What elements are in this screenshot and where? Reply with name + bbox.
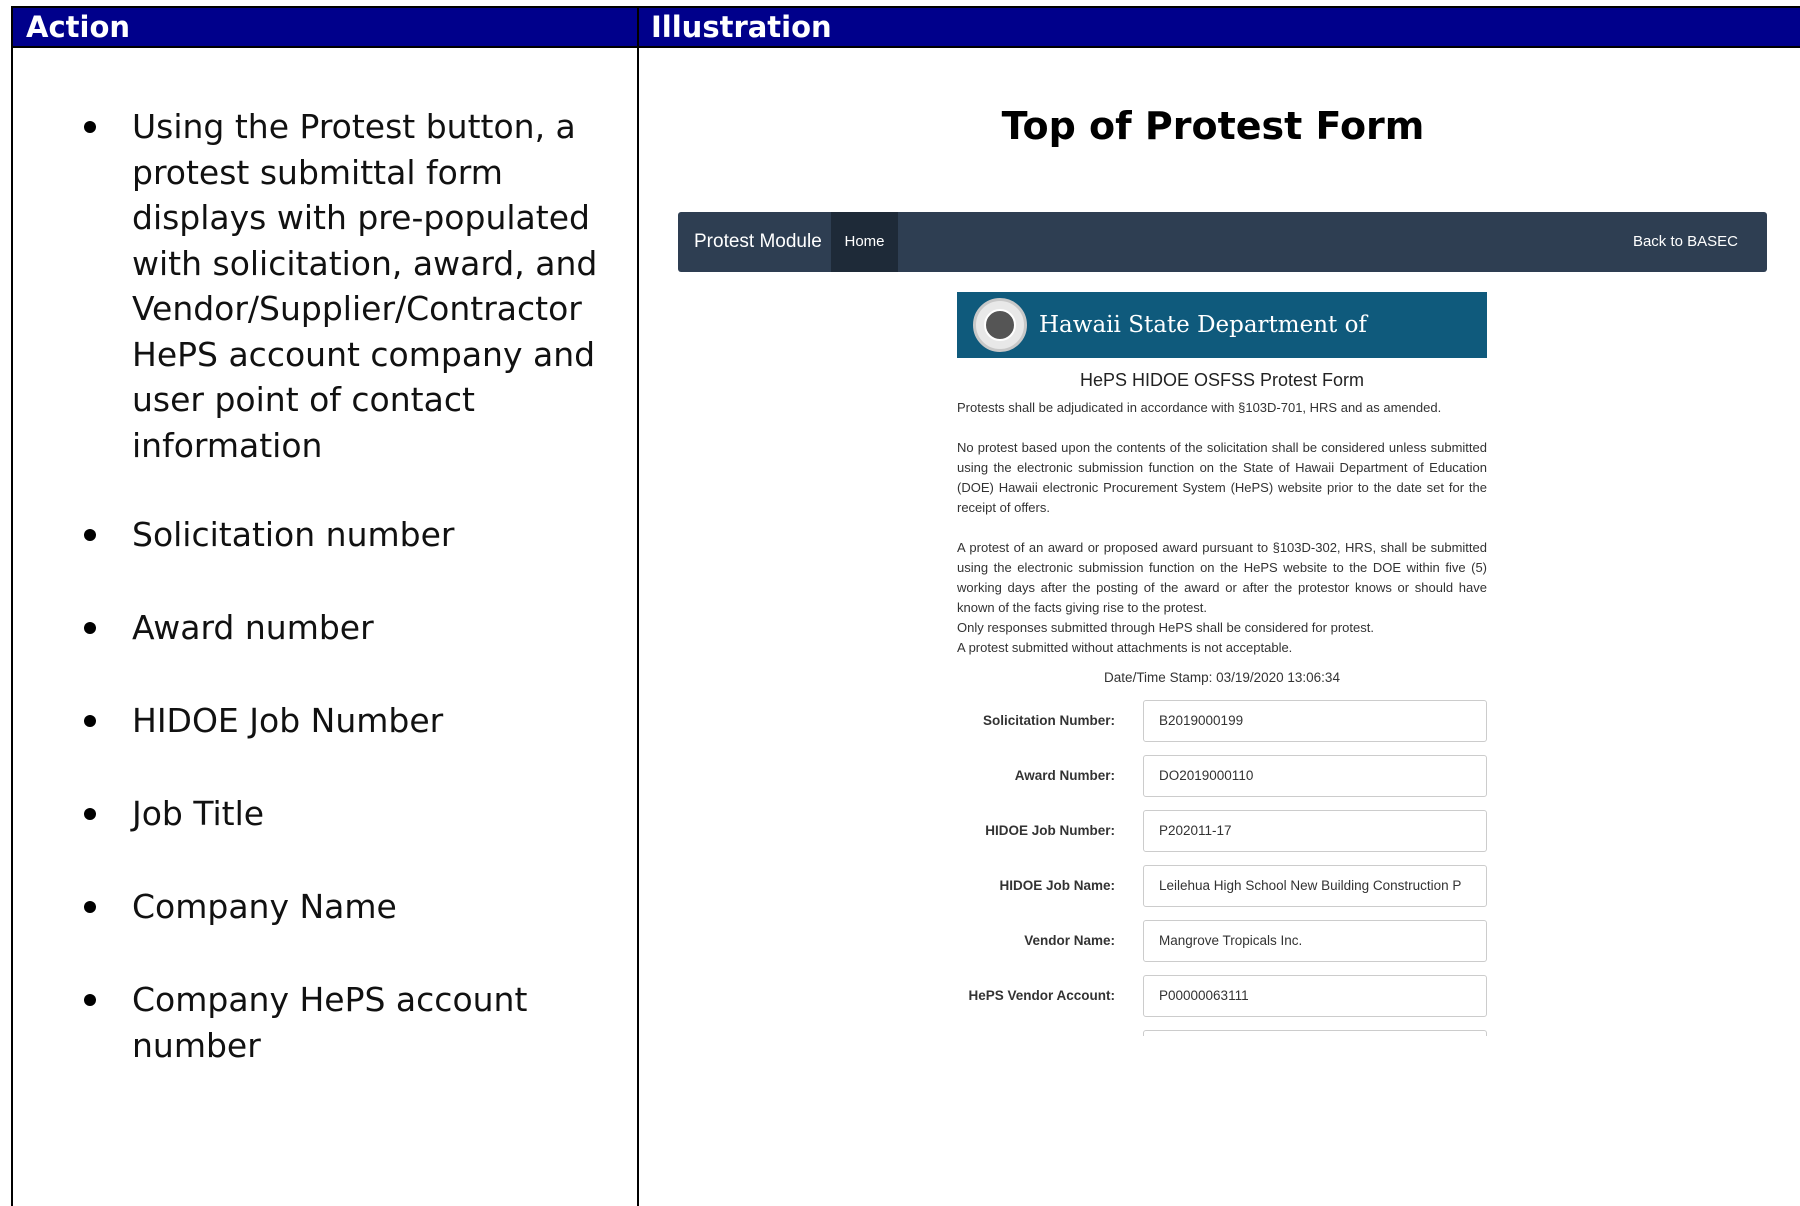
list-item: Job Title bbox=[13, 791, 633, 837]
bullet-icon bbox=[84, 121, 96, 133]
field-label: Solicitation Number: bbox=[982, 713, 1115, 728]
bullet-icon bbox=[84, 994, 96, 1006]
bullet-icon bbox=[84, 901, 96, 913]
field-row-vendor-name: Vendor Name: Mangrove Tropicals Inc. bbox=[957, 920, 1487, 962]
heps-vendor-account-field[interactable]: P00000063111 bbox=[1143, 975, 1487, 1017]
list-item: HIDOE Job Number bbox=[13, 698, 633, 744]
bullet-text: HIDOE Job Number bbox=[132, 701, 444, 740]
field-row-heps-vendor-account: HePS Vendor Account: P00000063111 bbox=[957, 975, 1487, 1017]
field-label: HIDOE Job Name: bbox=[999, 878, 1115, 893]
award-number-field[interactable]: DO2019000110 bbox=[1143, 755, 1487, 797]
back-to-basec-link[interactable]: Back to BASEC bbox=[1633, 212, 1738, 272]
cropped-next-field bbox=[1143, 1030, 1487, 1036]
field-label: HePS Vendor Account: bbox=[968, 988, 1115, 1003]
hidoe-job-name-field[interactable]: Leilehua High School New Building Constr… bbox=[1143, 865, 1487, 907]
action-column-header: Action bbox=[26, 10, 131, 44]
bullet-text: Solicitation number bbox=[132, 515, 455, 554]
bullet-text: Job Title bbox=[132, 794, 265, 833]
list-item: Company HePS account number bbox=[13, 977, 633, 1065]
hidoe-job-number-field[interactable]: P202011-17 bbox=[1143, 810, 1487, 852]
field-label: Award Number: bbox=[1014, 768, 1115, 783]
bullet-text: Company Name bbox=[132, 887, 397, 926]
field-label: Vendor Name: bbox=[1024, 933, 1115, 948]
solicitation-number-field[interactable]: B2019000199 bbox=[1143, 700, 1487, 742]
list-item: Solicitation number bbox=[13, 512, 633, 558]
field-label: HIDOE Job Number: bbox=[985, 823, 1115, 838]
form-paragraph: Only responses submitted through HePS sh… bbox=[957, 620, 1374, 635]
field-row-hidoe-job-name: HIDOE Job Name: Leilehua High School New… bbox=[957, 865, 1487, 907]
form-paragraph: Protests shall be adjudicated in accorda… bbox=[957, 400, 1442, 415]
nav-home-link[interactable]: Home bbox=[831, 212, 898, 272]
bullet-icon bbox=[84, 529, 96, 541]
list-item: Company Name bbox=[13, 884, 633, 930]
bullet-icon bbox=[84, 808, 96, 820]
bullet-icon bbox=[84, 715, 96, 727]
field-row-solicitation-number: Solicitation Number: B2019000199 bbox=[957, 700, 1487, 742]
doe-banner: Hawaii State Department of Education bbox=[957, 292, 1487, 404]
illustration-column-header: Illustration bbox=[651, 10, 832, 44]
form-paragraph: A protest of an award or proposed award … bbox=[957, 540, 1487, 615]
vendor-name-field[interactable]: Mangrove Tropicals Inc. bbox=[1143, 920, 1487, 962]
list-item: Award number bbox=[13, 605, 633, 651]
list-item: Using the Protest button, a protest subm… bbox=[13, 104, 633, 474]
bullet-icon bbox=[84, 622, 96, 634]
bullet-text: Using the Protest button, a protest subm… bbox=[132, 107, 598, 465]
field-row-award-number: Award Number: DO2019000110 bbox=[957, 755, 1487, 797]
field-row-hidoe-job-number: HIDOE Job Number: P202011-17 bbox=[957, 810, 1487, 852]
hawaii-doe-seal-icon bbox=[973, 298, 1027, 352]
top-navbar: Protest Module Home Back to BASEC bbox=[678, 212, 1767, 272]
illustration-title: Top of Protest Form bbox=[1001, 104, 1425, 148]
nav-brand-protest-module[interactable]: Protest Module bbox=[694, 212, 822, 272]
form-title: HePS HIDOE OSFSS Protest Form bbox=[1079, 370, 1365, 390]
form-paragraph: No protest based upon the contents of th… bbox=[957, 440, 1487, 515]
document-table: Action Illustration Using the Protest bu… bbox=[11, 6, 1800, 1206]
bullet-text: Company HePS account number bbox=[132, 980, 528, 1065]
bullet-text: Award number bbox=[132, 608, 374, 647]
form-paragraph: A protest submitted without attachments … bbox=[957, 640, 1293, 655]
date-time-stamp: Date/Time Stamp: 03/19/2020 13:06:34 bbox=[1104, 670, 1340, 685]
table-header-row: Action Illustration bbox=[13, 6, 1800, 48]
